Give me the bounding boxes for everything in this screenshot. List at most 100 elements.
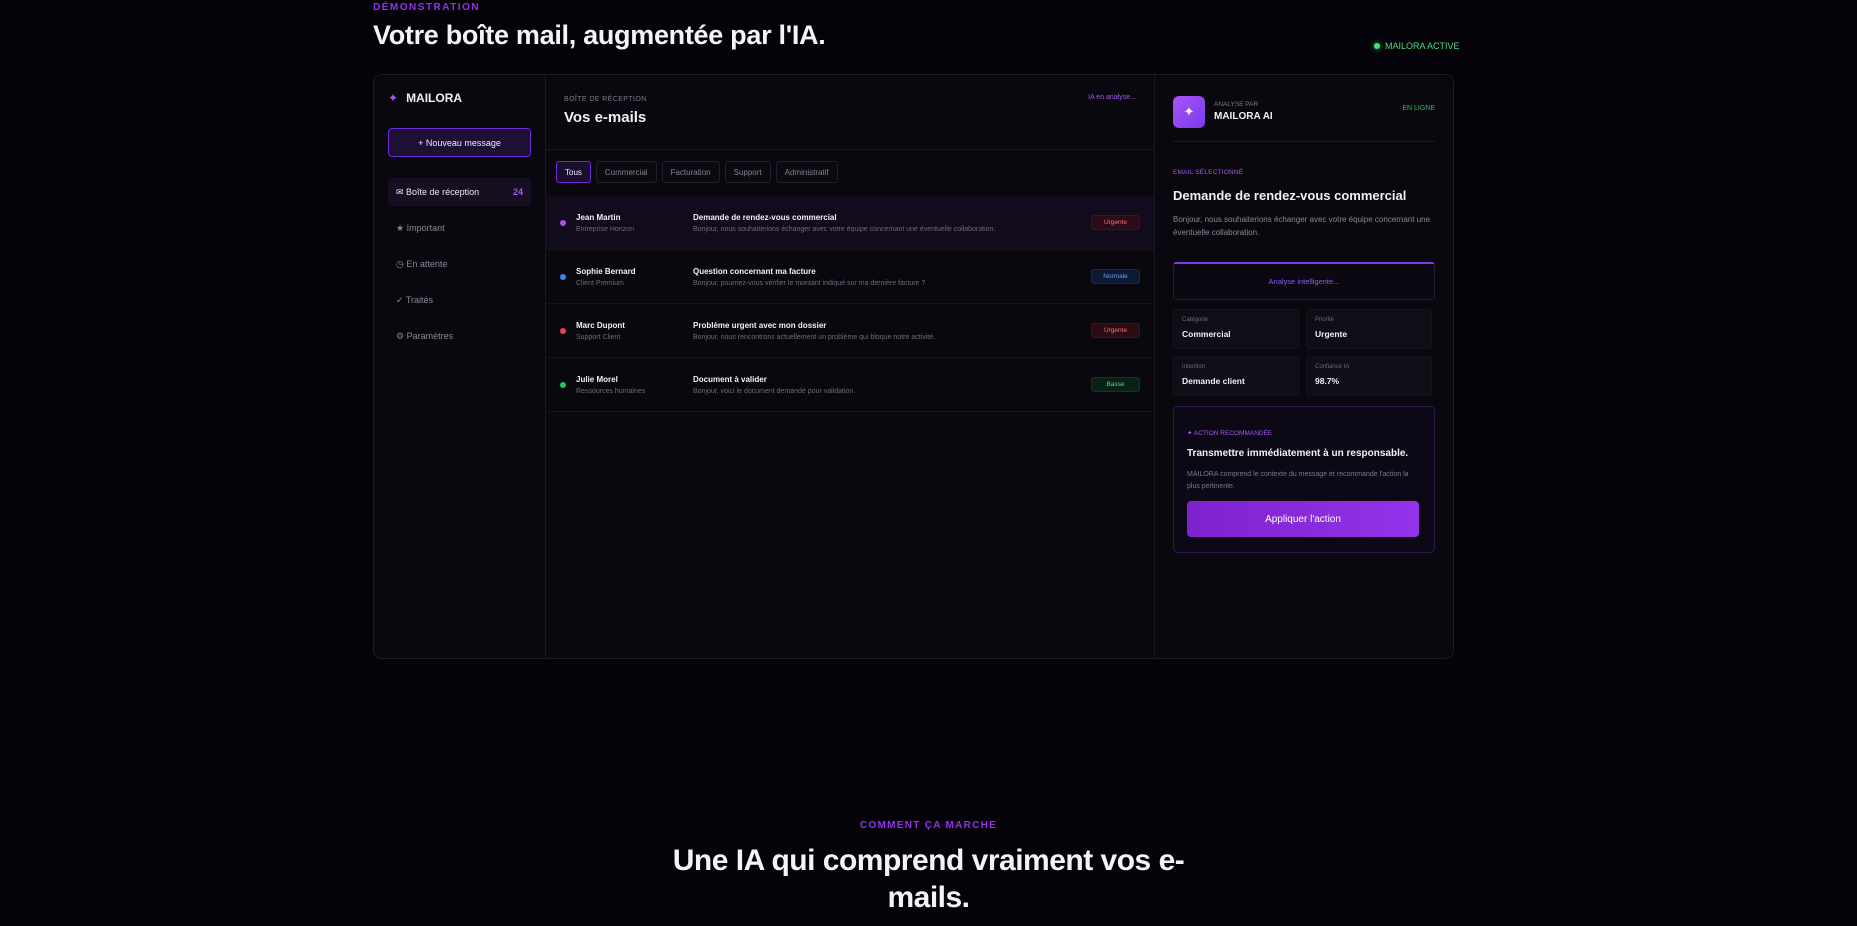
- email-sender: Julie Morel Ressources humaines: [576, 375, 693, 395]
- sidebar-item-settings[interactable]: ⚙ Paramètres: [388, 322, 531, 350]
- status-dot-icon: [1374, 43, 1380, 49]
- sidebar-item-label: ◷ En attente: [396, 258, 448, 269]
- sidebar-item-label: ✉ Boîte de réception: [396, 186, 480, 197]
- metrics-grid: Catégorie Commercial Priorité Urgente In…: [1173, 309, 1435, 396]
- email-dot-icon: [560, 273, 566, 280]
- email-subject: Question concernant ma facture: [693, 266, 816, 276]
- sparkle-icon: ✦: [388, 91, 399, 105]
- sidebar: ✦ MAILORA + Nouveau message ✉ Boîte de r…: [374, 75, 546, 658]
- recommended-action-card: ✦ ACTION RECOMMANDÉE Transmettre immédia…: [1173, 406, 1435, 553]
- email-row[interactable]: Jean Martin Entreprise Horizon Demande d…: [546, 196, 1154, 250]
- status-pill: MAILORA ACTIVE: [1374, 41, 1460, 51]
- apply-action-button[interactable]: Appliquer l'action: [1187, 501, 1419, 537]
- online-status: EN LIGNE: [1402, 105, 1435, 112]
- filter-commercial[interactable]: Commercial: [595, 161, 657, 183]
- inbox-header: BOÎTE DE RÉCEPTION Vos e-mails IA en ana…: [546, 75, 1154, 150]
- analyzed-by-label: ANALYSE PAR: [1214, 101, 1259, 108]
- email-subject: Demande de rendez-vous commercial: [693, 212, 837, 222]
- selected-email-body: Bonjour, nous souhaiterions échanger ave…: [1173, 215, 1431, 237]
- section-eyebrow: COMMENT ÇA MARCHE: [859, 820, 998, 831]
- email-preview: Bonjour, nous rencontrons actuellement u…: [693, 333, 936, 341]
- email-row[interactable]: Sophie Bernard Client Premium Question c…: [546, 250, 1154, 304]
- email-content: Document à valider Bonjour, voici le doc…: [693, 375, 1091, 395]
- app-window: ✦ MAILORA + Nouveau message ✉ Boîte de r…: [373, 74, 1454, 659]
- email-subject: Problème urgent avec mon dossier: [693, 320, 827, 330]
- sidebar-item-label: ⚙ Paramètres: [396, 330, 454, 341]
- inbox-count-badge: 24: [512, 187, 523, 197]
- priority-badge: Normale: [1091, 269, 1140, 284]
- section-title: Une IA qui comprend vraiment vos e- mail…: [0, 842, 1857, 916]
- inbox-title: Vos e-mails: [564, 109, 647, 126]
- hero-eyebrow: DÉMONSTRATION: [373, 2, 481, 13]
- filter-billing[interactable]: Facturation: [661, 161, 720, 183]
- status-label: MAILORA ACTIVE: [1385, 41, 1460, 51]
- brand: ✦ MAILORA: [388, 91, 531, 105]
- ai-name: MAILORA AI: [1214, 111, 1273, 122]
- filter-administrative[interactable]: Administratif: [775, 161, 838, 183]
- filter-bar: Tous Commercial Facturation Support Admi…: [546, 150, 1154, 196]
- sender-company: Client Premium: [576, 279, 624, 287]
- divider: [1173, 141, 1435, 142]
- email-dot-icon: [560, 219, 566, 226]
- recommended-action-label: ✦ ACTION RECOMMANDÉE: [1187, 430, 1273, 437]
- recommended-action-description: MAILORA comprend le contexte du message …: [1187, 471, 1409, 490]
- sender-name: Sophie Bernard: [576, 266, 636, 276]
- sender-name: Julie Morel: [576, 374, 618, 384]
- sidebar-nav: ✉ Boîte de réception 24 ★ Important ◷ En…: [388, 178, 531, 350]
- analysis-panel: ✦ ANALYSE PAR MAILORA AI EN LIGNE EMAIL …: [1155, 75, 1453, 658]
- analysis-progress: Analyse intelligente...: [1173, 262, 1435, 300]
- metric-confidence: Confiance IA 98.7%: [1306, 356, 1432, 396]
- email-content: Demande de rendez-vous commercial Bonjou…: [693, 213, 1091, 233]
- selected-email-label: EMAIL SÉLECTIONNÉ: [1173, 169, 1244, 176]
- inbox-subtitle: BOÎTE DE RÉCEPTION: [564, 96, 647, 103]
- email-row[interactable]: Marc Dupont Support Client Problème urge…: [546, 304, 1154, 358]
- selected-email-title: Demande de rendez-vous commercial: [1173, 188, 1407, 203]
- email-content: Problème urgent avec mon dossier Bonjour…: [693, 321, 1091, 341]
- sender-company: Entreprise Horizon: [576, 225, 634, 233]
- metric-value: Urgente: [1315, 329, 1348, 339]
- ai-sparkle-icon: ✦: [1173, 95, 1205, 128]
- priority-badge: Urgente: [1091, 215, 1140, 230]
- metric-key: Intention: [1182, 364, 1206, 370]
- new-message-button[interactable]: + Nouveau message: [388, 128, 531, 157]
- sender-company: Support Client: [576, 333, 621, 341]
- email-sender: Marc Dupont Support Client: [576, 321, 693, 341]
- sidebar-item-label: ✓ Traités: [396, 294, 434, 305]
- panel-header: ✦ ANALYSE PAR MAILORA AI: [1173, 94, 1435, 129]
- email-row[interactable]: Julie Morel Ressources humaines Document…: [546, 358, 1154, 412]
- hero-title: Votre boîte mail, augmentée par l'IA.: [373, 20, 826, 50]
- section-title-line: Une IA qui comprend vraiment vos e-: [672, 844, 1185, 877]
- sender-company: Ressources humaines: [576, 387, 646, 395]
- ai-status: IA en analyse...: [1088, 94, 1136, 101]
- metric-key: Priorité: [1315, 317, 1335, 323]
- metric-category: Catégorie Commercial: [1173, 309, 1299, 349]
- sidebar-item-processed[interactable]: ✓ Traités: [388, 286, 531, 314]
- email-dot-icon: [560, 327, 566, 334]
- sender-name: Jean Martin: [576, 212, 621, 222]
- section-title-line: mails.: [887, 881, 970, 914]
- priority-badge: Basse: [1091, 377, 1140, 392]
- email-sender: Jean Martin Entreprise Horizon: [576, 213, 693, 233]
- metric-priority: Priorité Urgente: [1306, 309, 1432, 349]
- sidebar-item-inbox[interactable]: ✉ Boîte de réception 24: [388, 178, 531, 206]
- sender-name: Marc Dupont: [576, 320, 625, 330]
- email-subject: Document à valider: [693, 374, 767, 384]
- recommended-action-title: Transmettre immédiatement à un responsab…: [1187, 448, 1409, 459]
- email-preview: Bonjour, voici le document demandé pour …: [693, 387, 856, 395]
- metric-key: Catégorie: [1182, 317, 1209, 323]
- email-dot-icon: [560, 381, 566, 388]
- sidebar-item-pending[interactable]: ◷ En attente: [388, 250, 531, 278]
- metric-intent: Intention Demande client: [1173, 356, 1299, 396]
- email-sender: Sophie Bernard Client Premium: [576, 267, 693, 287]
- metric-value: Demande client: [1182, 376, 1245, 386]
- metric-value: 98.7%: [1315, 376, 1340, 386]
- email-preview: Bonjour, pourriez-vous vérifier le monta…: [693, 279, 926, 287]
- inbox-pane: BOÎTE DE RÉCEPTION Vos e-mails IA en ana…: [546, 75, 1155, 658]
- filter-support[interactable]: Support: [724, 161, 771, 183]
- priority-badge: Urgente: [1091, 323, 1140, 338]
- sidebar-item-important[interactable]: ★ Important: [388, 214, 531, 242]
- filter-all[interactable]: Tous: [556, 161, 591, 183]
- email-content: Question concernant ma facture Bonjour, …: [693, 267, 1091, 287]
- metric-value: Commercial: [1182, 329, 1231, 339]
- brand-name: MAILORA: [406, 91, 463, 105]
